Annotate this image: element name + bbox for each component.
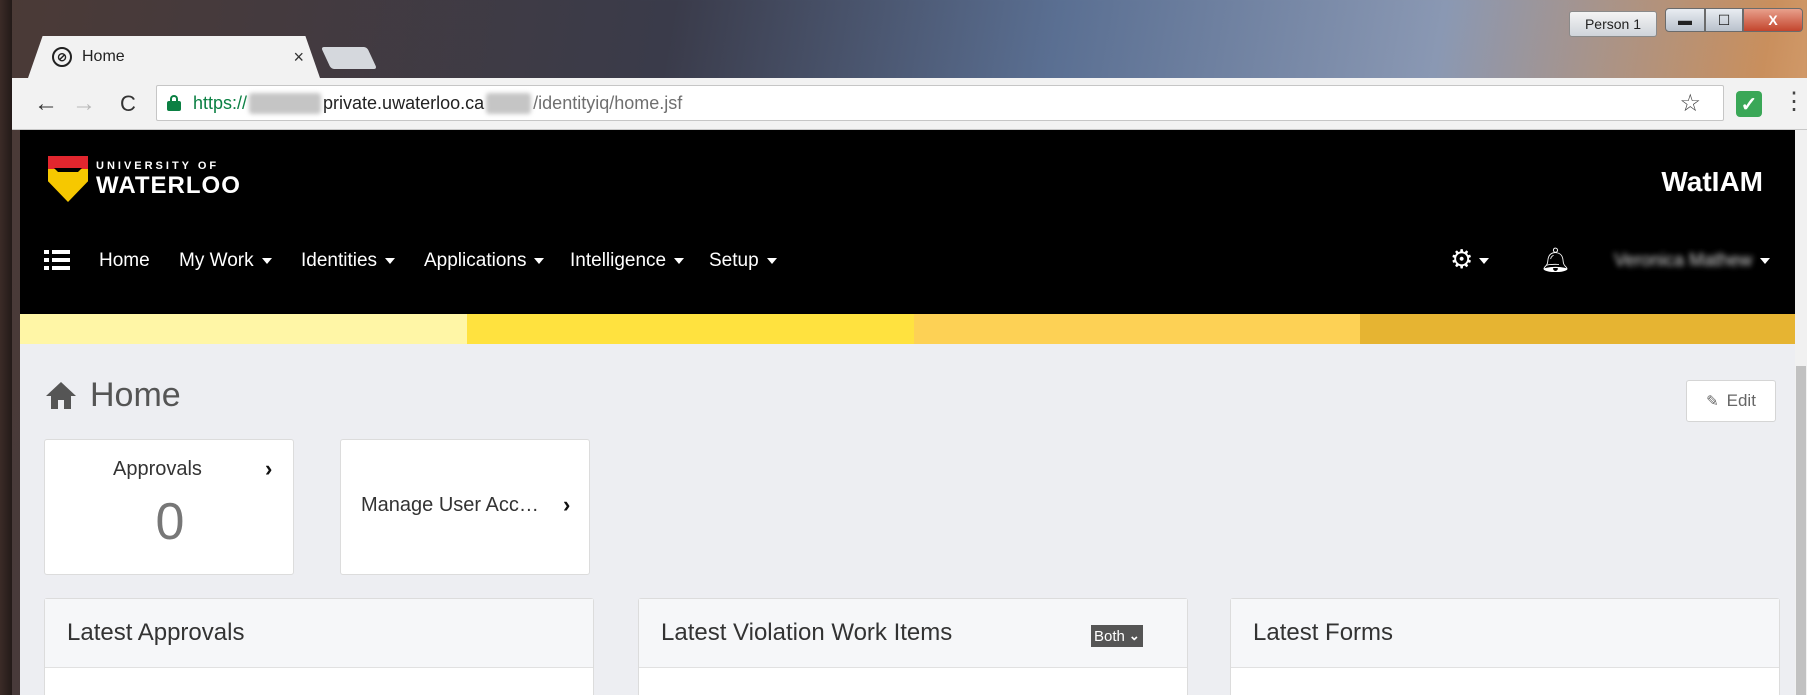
tab-close-icon[interactable]: × xyxy=(293,47,304,68)
caret-down-icon xyxy=(766,257,777,264)
bookmark-star-icon[interactable]: ☆ xyxy=(1679,89,1701,118)
lock-icon xyxy=(167,95,181,111)
browser-tab-home[interactable]: ⊘ Home × xyxy=(28,36,320,78)
extension-check-icon[interactable]: ✓ xyxy=(1736,91,1762,117)
manage-widget-label: Manage User Acc… xyxy=(361,494,539,516)
edit-label: Edit xyxy=(1726,391,1756,410)
chevron-right-icon: › xyxy=(563,492,571,517)
panel-title: Latest Approvals xyxy=(67,619,245,646)
url-path: /identityiq/home.jsf xyxy=(533,92,683,113)
caret-down-icon xyxy=(1760,258,1771,265)
site-header: UNIVERSITY OF WATERLOO WatIAM Home My Wo… xyxy=(20,130,1807,314)
user-menu[interactable]: Veronica Mathew xyxy=(1614,250,1771,271)
url-redacted-subdomain: xxxxxxxx xyxy=(249,92,322,114)
approvals-count: 0 xyxy=(155,493,185,551)
url-host: private.uwaterloo.ca xyxy=(323,92,485,113)
caret-down-icon xyxy=(674,257,685,264)
bell-icon[interactable]: 🔔︎ xyxy=(1540,246,1570,275)
university-logo[interactable]: UNIVERSITY OF WATERLOO xyxy=(48,156,241,202)
window-controls: ▬ ☐ X xyxy=(1665,8,1805,34)
page-scrollbar[interactable] xyxy=(1795,130,1807,695)
scrollbar-thumb[interactable] xyxy=(1796,366,1806,695)
stripe-segment xyxy=(1360,314,1807,344)
panel-header: Latest Forms xyxy=(1231,599,1779,668)
profile-button[interactable]: Person 1 xyxy=(1569,11,1657,37)
violation-filter-select[interactable]: Both ⌄ xyxy=(1091,625,1143,647)
window-titlebar: Person 1 ▬ ☐ X ⊘ Home × xyxy=(0,0,1807,78)
menu-list-icon[interactable] xyxy=(44,250,70,270)
nav-applications[interactable]: Applications xyxy=(424,250,545,272)
panel-title: Latest Violation Work Items xyxy=(661,619,953,646)
nav-my-work[interactable]: My Work xyxy=(179,250,272,272)
caret-down-icon xyxy=(385,257,396,264)
gear-icon[interactable]: ⚙ xyxy=(1450,244,1490,275)
back-arrow-icon[interactable]: ← xyxy=(32,90,60,118)
panel-title: Latest Forms xyxy=(1253,619,1394,646)
page-title: Home xyxy=(46,376,181,415)
screen: Person 1 ▬ ☐ X ⊘ Home × ← → C https:// x… xyxy=(0,0,1807,695)
window-left-edge xyxy=(0,0,12,695)
url-scheme: https:// xyxy=(193,92,248,113)
edit-button[interactable]: ✎ Edit xyxy=(1686,380,1776,422)
web-page: UNIVERSITY OF WATERLOO WatIAM Home My Wo… xyxy=(20,130,1807,695)
forward-arrow-icon[interactable]: → xyxy=(70,90,98,118)
minimize-button[interactable]: ▬ xyxy=(1665,8,1705,32)
close-window-button[interactable]: X xyxy=(1743,8,1803,32)
manage-user-access-widget[interactable]: Manage User Acc… › xyxy=(340,439,590,575)
reload-icon[interactable]: C xyxy=(114,90,142,118)
address-bar[interactable]: https:// xxxxxxxx private.uwaterloo.ca :… xyxy=(156,85,1724,121)
chevron-down-icon: ⌄ xyxy=(1128,628,1140,643)
latest-approvals-panel: Latest Approvals xyxy=(44,598,594,695)
stripe-segment xyxy=(466,314,914,344)
pencil-icon: ✎ xyxy=(1706,393,1719,410)
page-title-text: Home xyxy=(90,376,181,414)
main-navigation: Home My Work Identities Applications Int… xyxy=(20,234,1807,288)
user-name: Veronica Mathew xyxy=(1614,250,1753,270)
caret-down-icon xyxy=(261,257,272,264)
panel-header: Latest Approvals xyxy=(45,599,593,668)
sailpoint-favicon-icon: ⊘ xyxy=(52,47,72,67)
stripe-segment xyxy=(913,314,1361,344)
approvals-widget[interactable]: Approvals › 0 xyxy=(44,439,294,575)
nav-intelligence[interactable]: Intelligence xyxy=(570,250,685,272)
chevron-right-icon: › xyxy=(265,456,273,481)
maximize-button[interactable]: ☐ xyxy=(1705,8,1743,32)
latest-violations-panel: Latest Violation Work Items Both ⌄ xyxy=(638,598,1188,695)
new-tab-button[interactable] xyxy=(320,47,378,69)
product-name: WatIAM xyxy=(1661,166,1763,197)
logo-small-text: UNIVERSITY OF xyxy=(96,159,220,172)
browser-menu-icon[interactable]: ⋮ xyxy=(1782,88,1806,116)
latest-forms-panel: Latest Forms xyxy=(1230,598,1780,695)
nav-identities[interactable]: Identities xyxy=(301,250,396,272)
nav-home[interactable]: Home xyxy=(99,250,150,272)
brand-color-stripe xyxy=(20,314,1807,344)
tab-title: Home xyxy=(82,48,125,65)
caret-down-icon xyxy=(534,257,545,264)
nav-setup[interactable]: Setup xyxy=(709,250,777,272)
url-redacted-port: :0000 xyxy=(486,92,532,114)
logo-big-text: WATERLOO xyxy=(96,171,241,199)
filter-value: Both xyxy=(1094,627,1125,645)
stripe-segment xyxy=(20,314,467,344)
uw-crest-icon xyxy=(48,156,88,202)
home-icon xyxy=(46,381,76,410)
browser-toolbar: ← → C https:// xxxxxxxx private.uwaterlo… xyxy=(12,78,1807,130)
panel-header: Latest Violation Work Items Both ⌄ xyxy=(639,599,1187,668)
approvals-widget-label: Approvals xyxy=(113,458,202,480)
